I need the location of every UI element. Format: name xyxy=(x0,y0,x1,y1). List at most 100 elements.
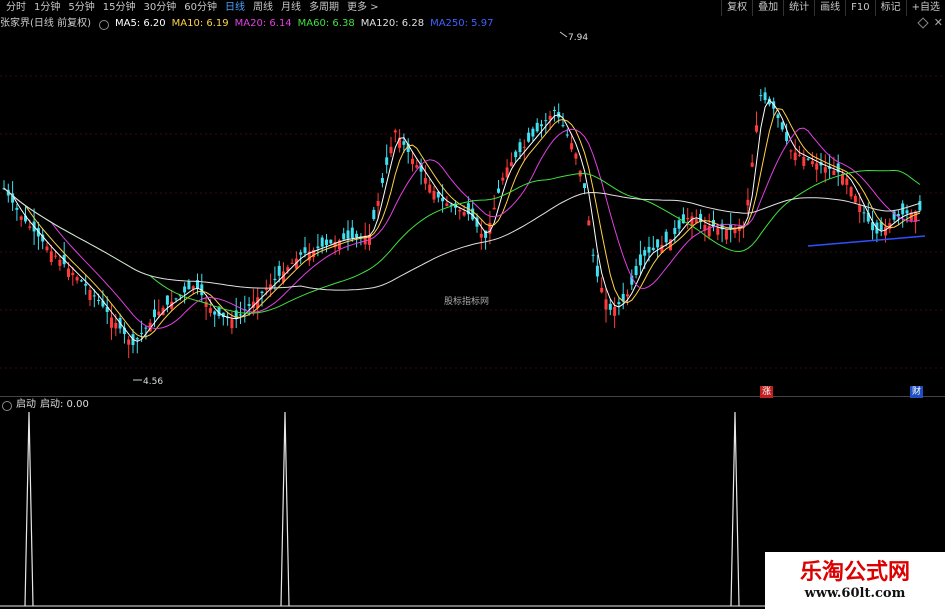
candle-body xyxy=(544,120,548,122)
candle-body xyxy=(71,272,75,276)
candle-body xyxy=(686,217,690,220)
candle-body xyxy=(88,290,92,301)
candle-body xyxy=(320,237,324,247)
sub-info-bar: 启动 启动: 0.00 xyxy=(0,398,89,412)
candle-body xyxy=(595,265,599,277)
candle-body xyxy=(15,207,19,210)
candle-body xyxy=(798,154,801,156)
candle-body xyxy=(841,174,844,185)
candle-body xyxy=(204,301,208,307)
candle-body xyxy=(157,311,161,316)
candle-body xyxy=(613,306,617,316)
candle-body xyxy=(458,209,462,212)
candle-body xyxy=(441,197,445,202)
candle-body xyxy=(716,228,720,235)
candle-body xyxy=(647,246,651,253)
candle-body xyxy=(746,199,750,206)
low-label: 4.56 xyxy=(143,377,163,387)
candle-body xyxy=(673,227,677,234)
candle-body xyxy=(810,161,814,165)
candle-body xyxy=(144,327,148,329)
candle-body xyxy=(380,177,384,183)
candle-body xyxy=(583,183,586,188)
candle-body xyxy=(79,280,83,282)
candle-body xyxy=(802,156,806,166)
candle-body xyxy=(905,210,909,214)
badge-cai[interactable]: 财 xyxy=(910,386,924,398)
candle-body xyxy=(208,308,212,313)
candle-body xyxy=(239,314,242,316)
kline-chart[interactable]: 7.94 4.56 股标指标网 xyxy=(0,0,945,609)
candle-body xyxy=(213,311,217,315)
sub-title: 启动 xyxy=(16,399,36,410)
candle-body xyxy=(84,283,88,286)
candle-body xyxy=(656,239,660,248)
candle-body xyxy=(918,200,922,211)
candle-body xyxy=(342,233,346,240)
candle-body xyxy=(415,165,419,168)
watermark-url: www.60lt.com xyxy=(804,586,906,601)
candle-body xyxy=(325,239,328,246)
candle-body xyxy=(608,303,612,310)
candle-body xyxy=(303,247,307,254)
candle-body xyxy=(591,254,595,256)
signal-spike xyxy=(24,411,34,607)
candle-body xyxy=(514,151,518,158)
candle-body xyxy=(45,246,49,251)
candle-body xyxy=(574,153,578,159)
candle-body xyxy=(135,338,139,340)
candle-body xyxy=(165,295,169,305)
candle-body xyxy=(346,230,350,239)
candle-body xyxy=(54,255,58,257)
trend-line xyxy=(807,235,926,247)
candle-body xyxy=(497,188,500,193)
candle-body xyxy=(411,158,414,165)
watermark-title: 乐淘公式网 xyxy=(799,560,910,585)
candle-body xyxy=(626,294,629,297)
candle-body xyxy=(247,304,251,306)
candle-body xyxy=(638,254,642,266)
candle-body xyxy=(522,146,526,148)
candle-body xyxy=(492,207,496,210)
candle-body xyxy=(789,150,793,152)
candle-body xyxy=(92,295,96,297)
candle-body xyxy=(724,229,728,240)
high-marker xyxy=(559,31,568,38)
sub-value: 启动: 0.00 xyxy=(40,399,89,410)
candle-body xyxy=(535,122,539,132)
candle-body xyxy=(58,259,62,266)
candle-body xyxy=(174,298,178,300)
candle-body xyxy=(432,191,436,200)
center-watermark: 股标指标网 xyxy=(444,295,489,307)
candle-body xyxy=(527,132,531,142)
candle-body xyxy=(67,268,70,277)
signal-spike xyxy=(280,411,290,607)
candle-body xyxy=(823,167,827,173)
candle-body xyxy=(127,339,131,345)
candle-body xyxy=(350,227,354,238)
candle-body xyxy=(793,152,797,161)
candle-body xyxy=(393,130,397,133)
candle-body xyxy=(561,125,565,127)
candle-body xyxy=(604,299,608,310)
candle-body xyxy=(690,216,694,227)
candle-body xyxy=(376,200,380,206)
candle-body xyxy=(389,146,393,154)
badge-zhang[interactable]: 涨 xyxy=(760,386,774,398)
sub-settings-gear-icon[interactable] xyxy=(2,401,12,411)
candle-body xyxy=(634,266,638,276)
candle-body xyxy=(277,265,281,276)
candle-body xyxy=(428,184,432,193)
candle-body xyxy=(299,252,303,255)
candle-body xyxy=(884,226,887,236)
candle-body xyxy=(140,332,144,334)
candle-body xyxy=(264,288,268,290)
candle-body xyxy=(183,286,187,293)
candle-body xyxy=(570,143,574,150)
candle-body xyxy=(617,302,621,305)
candle-body xyxy=(114,323,118,329)
candle-body xyxy=(780,122,784,130)
candle-body xyxy=(643,250,647,256)
candle-body xyxy=(509,162,513,167)
pane-divider[interactable] xyxy=(0,396,945,397)
